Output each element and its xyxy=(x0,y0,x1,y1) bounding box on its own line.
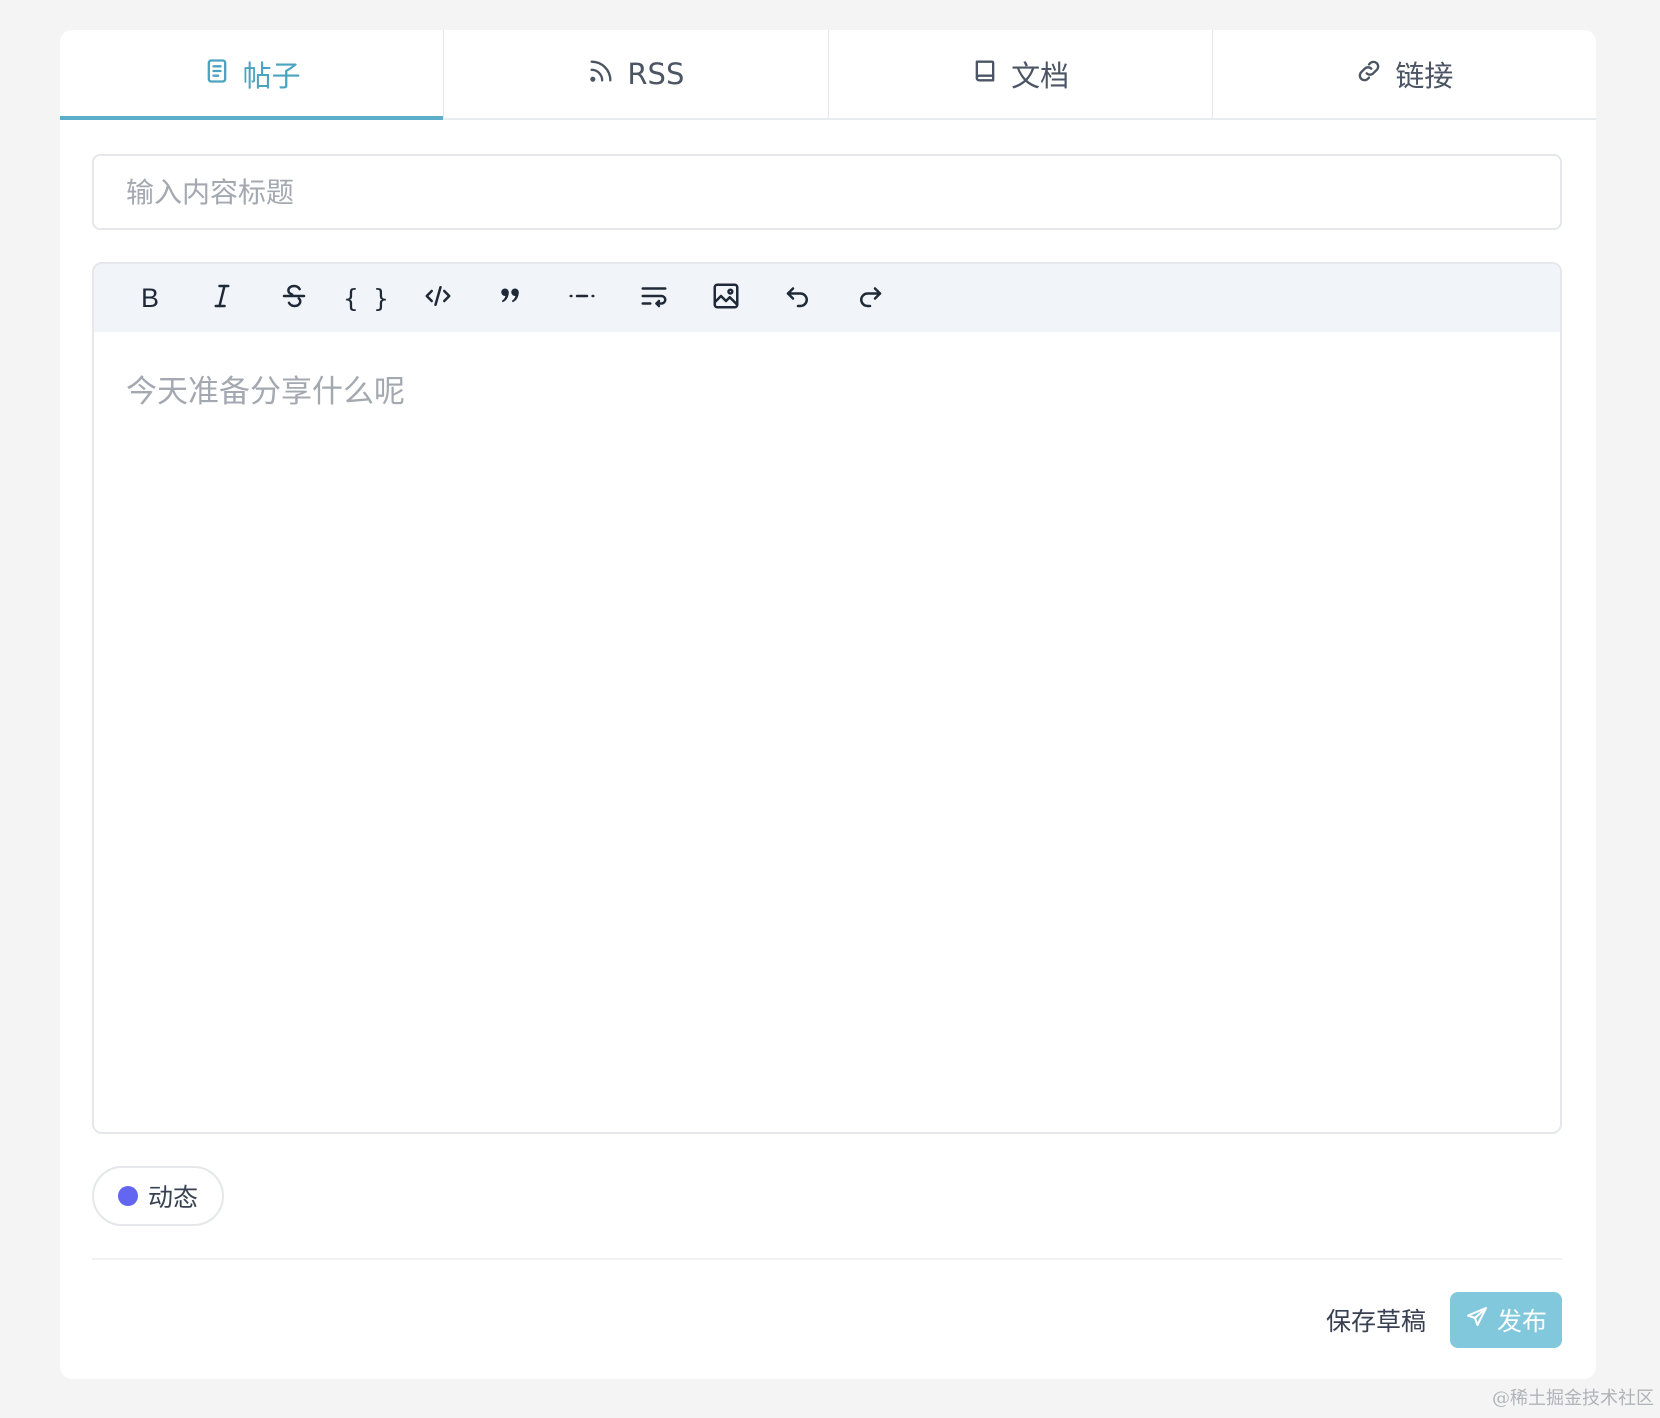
tab-docs[interactable]: 文档 xyxy=(829,30,1213,118)
topic-chip-label: 动态 xyxy=(148,1183,199,1212)
tab-rss-label: RSS xyxy=(627,57,685,91)
send-icon xyxy=(1465,1305,1489,1335)
inline-code-button[interactable] xyxy=(402,264,474,332)
rss-icon xyxy=(587,57,615,92)
save-draft-label: 保存草稿 xyxy=(1325,1307,1426,1336)
text-wrap-button[interactable] xyxy=(618,264,690,332)
redo-icon xyxy=(855,281,885,315)
watermark: @稀土掘金技术社区 xyxy=(1492,1388,1654,1409)
content-type-tabs: 帖子 RSS 文档 链接 xyxy=(60,30,1596,120)
code-block-button[interactable]: { } xyxy=(330,264,402,332)
redo-button[interactable] xyxy=(834,264,906,332)
tab-rss[interactable]: RSS xyxy=(444,30,829,118)
rich-text-editor: B {} 今天准备分享什么呢 xyxy=(92,262,1562,1134)
publish-button[interactable]: 发布 xyxy=(1450,1292,1562,1348)
code-block-icon: { } xyxy=(343,283,389,313)
tab-post[interactable]: 帖子 xyxy=(60,30,445,120)
bold-icon: B xyxy=(140,282,159,313)
link-icon xyxy=(1355,57,1383,92)
text-wrap-icon xyxy=(639,281,669,315)
strikethrough-button[interactable] xyxy=(258,264,330,332)
editor-toolbar: B {} xyxy=(94,264,1560,332)
editor-placeholder: 今天准备分享什么呢 xyxy=(126,374,405,410)
insert-image-button[interactable] xyxy=(690,264,762,332)
bold-button[interactable]: B xyxy=(114,264,186,332)
horizontal-rule-button[interactable] xyxy=(546,264,618,332)
tab-link-label: 链接 xyxy=(1395,59,1454,93)
save-draft-button[interactable]: 保存草稿 xyxy=(1326,1292,1426,1348)
tab-docs-label: 文档 xyxy=(1011,59,1070,93)
undo-icon xyxy=(783,281,813,315)
book-icon xyxy=(971,57,999,92)
undo-button[interactable] xyxy=(762,264,834,332)
publish-label: 发布 xyxy=(1496,1307,1547,1336)
inline-code-icon xyxy=(423,281,453,315)
topic-chip[interactable]: 动态 xyxy=(92,1166,225,1226)
strikethrough-icon xyxy=(279,281,309,315)
italic-button[interactable] xyxy=(186,264,258,332)
horizontal-rule-icon xyxy=(567,281,597,315)
tab-post-label: 帖子 xyxy=(242,59,301,93)
italic-icon xyxy=(207,281,237,315)
quote-icon xyxy=(495,281,525,315)
footer-divider xyxy=(92,1258,1562,1260)
content-title-input[interactable] xyxy=(92,154,1562,230)
topic-color-dot xyxy=(118,1186,138,1206)
quote-button[interactable] xyxy=(474,264,546,332)
tab-link[interactable]: 链接 xyxy=(1213,30,1596,118)
post-composer-card: 帖子 RSS 文档 链接 输入内容标题 B {} 今天准备分享什么呢 动态 保… xyxy=(60,30,1596,1379)
image-icon xyxy=(711,281,741,315)
editor-content-area[interactable]: 今天准备分享什么呢 xyxy=(94,332,1560,1132)
document-icon xyxy=(203,57,231,92)
